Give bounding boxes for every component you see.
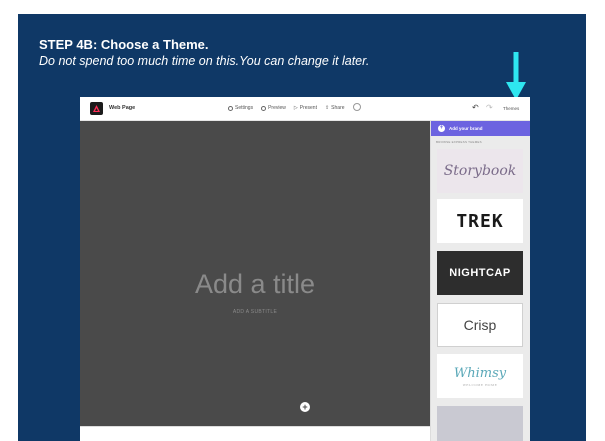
- themes-panel: + Add your brand BROWSE EXPRESS THEMES S…: [430, 121, 530, 441]
- theme-whimsy[interactable]: Whimsy WELCOME HOME: [437, 354, 523, 398]
- share-icon: ⇪: [324, 105, 330, 111]
- pointer-arrow-icon: [506, 52, 526, 100]
- preview-label: Preview: [268, 105, 286, 111]
- theme-crisp[interactable]: Crisp: [437, 303, 523, 347]
- theme-nightcap[interactable]: NIGHTCAP: [437, 251, 523, 295]
- top-menu: Settings Preview ▷ Present ⇪ Share: [228, 103, 361, 111]
- eye-icon: [261, 105, 267, 111]
- step-title: STEP 4B: Choose a Theme.: [39, 37, 209, 52]
- theme-tagline: WELCOME HOME: [462, 382, 498, 387]
- document-name[interactable]: Web Page: [109, 105, 135, 111]
- subtitle-placeholder[interactable]: ADD A SUBTITLE: [80, 309, 430, 315]
- theme-name: TREK: [456, 210, 504, 232]
- add-brand-button[interactable]: + Add your brand: [431, 121, 530, 136]
- plus-icon: +: [438, 125, 445, 132]
- app-screenshot: Web Page Settings Preview ▷ Present ⇪ Shar…: [80, 97, 530, 441]
- user-avatar-icon[interactable]: [352, 103, 361, 111]
- redo-icon[interactable]: ↷: [486, 103, 493, 112]
- page-canvas[interactable]: Add a title ADD A SUBTITLE: [80, 121, 430, 426]
- theme-storybook[interactable]: Storybook: [437, 149, 523, 193]
- share-label: Share: [331, 105, 345, 111]
- theme-trek[interactable]: TREK: [437, 199, 523, 243]
- settings-label: Settings: [235, 105, 254, 111]
- theme-name: Crisp: [463, 317, 497, 333]
- themes-button[interactable]: Themes: [503, 106, 519, 111]
- preview-button[interactable]: Preview: [261, 105, 286, 111]
- theme-name: NIGHTCAP: [449, 267, 511, 279]
- gear-icon: [228, 105, 233, 111]
- title-placeholder[interactable]: Add a title: [80, 269, 430, 300]
- add-brand-label: Add your brand: [449, 126, 483, 131]
- settings-button[interactable]: Settings: [228, 105, 253, 111]
- step-subtitle: Do not spend too much time on this.You c…: [39, 54, 370, 68]
- canvas-bottom-area: [80, 426, 430, 441]
- instruction-slide: STEP 4B: Choose a Theme. Do not spend to…: [18, 14, 586, 441]
- undo-icon[interactable]: ↶: [472, 103, 479, 112]
- top-toolbar: Web Page Settings Preview ▷ Present ⇪ Shar…: [80, 97, 530, 121]
- play-icon: ▷: [293, 105, 298, 111]
- present-label: Present: [299, 105, 317, 111]
- themes-section-label: BROWSE EXPRESS THEMES: [436, 140, 482, 144]
- theme-name: Whimsy: [453, 365, 507, 381]
- theme-name: Storybook: [443, 163, 517, 179]
- theme-next[interactable]: [437, 406, 523, 441]
- present-button[interactable]: ▷ Present: [294, 105, 317, 111]
- app-logo-icon[interactable]: [90, 102, 103, 115]
- share-button[interactable]: ⇪ Share: [325, 105, 345, 111]
- add-block-button[interactable]: +: [300, 402, 310, 412]
